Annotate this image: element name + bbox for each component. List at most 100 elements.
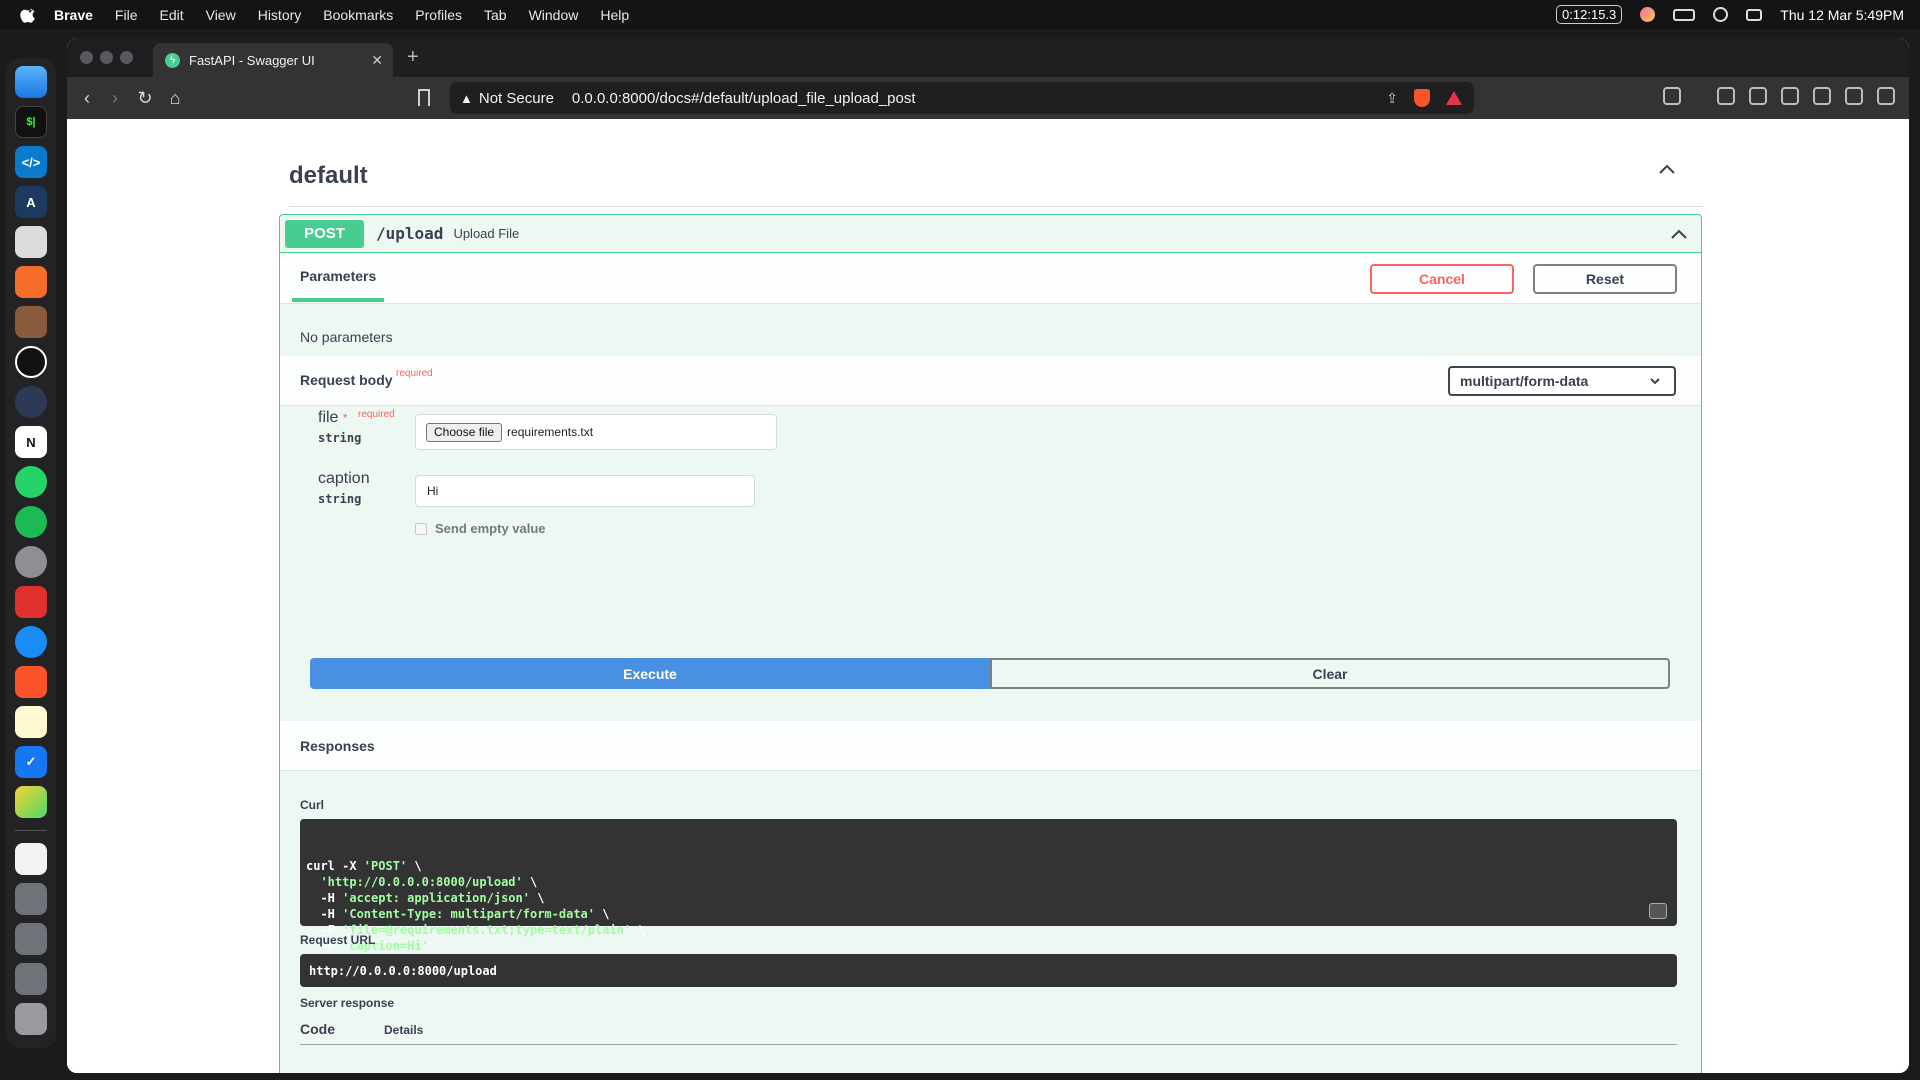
- curl-token: \: [595, 907, 610, 921]
- zoom-window-icon[interactable]: [120, 51, 133, 64]
- required-star: *: [342, 411, 348, 425]
- address-bar[interactable]: ▲ Not Secure 0.0.0.0:8000/docs#/default/…: [450, 82, 1474, 114]
- brush-icon[interactable]: [15, 266, 47, 298]
- folder-icon[interactable]: [15, 883, 47, 915]
- app3-icon[interactable]: [15, 386, 47, 418]
- media-icon[interactable]: [1717, 87, 1735, 105]
- forward-icon[interactable]: ›: [103, 86, 127, 110]
- brave-rewards-icon[interactable]: [1446, 91, 1462, 105]
- request-url-block[interactable]: http://0.0.0.0:8000/upload: [300, 954, 1677, 987]
- app2-icon[interactable]: [15, 306, 47, 338]
- choose-file-button[interactable]: Choose file: [426, 422, 503, 442]
- file-field-name: file: [318, 409, 339, 426]
- home-icon[interactable]: ⌂: [163, 86, 187, 110]
- menu-help[interactable]: Help: [600, 7, 629, 23]
- battery-icon[interactable]: [1673, 8, 1696, 21]
- terminal-icon[interactable]: $|: [15, 106, 47, 138]
- menu-bookmarks[interactable]: Bookmarks: [323, 7, 393, 23]
- back-icon[interactable]: ‹: [75, 86, 99, 110]
- vpn-icon[interactable]: [1845, 87, 1863, 105]
- responses-title: Responses: [300, 738, 375, 754]
- folder-icon[interactable]: [15, 963, 47, 995]
- menu-app-name[interactable]: Brave: [54, 7, 93, 23]
- apple-logo-icon[interactable]: [20, 6, 38, 24]
- security-indicator[interactable]: Not Secure: [479, 90, 554, 107]
- menu-view[interactable]: View: [206, 7, 236, 23]
- server-response-label: Server response: [300, 996, 395, 1010]
- curl-token: -H: [306, 891, 343, 905]
- reload-icon[interactable]: ↻: [133, 86, 157, 110]
- brave-icon[interactable]: [15, 666, 47, 698]
- url-text[interactable]: 0.0.0.0:8000/docs#/default/upload_file_u…: [572, 90, 916, 107]
- menu-tab[interactable]: Tab: [484, 7, 507, 23]
- copy-icon[interactable]: [1649, 903, 1667, 919]
- vscode-icon[interactable]: </>: [15, 146, 47, 178]
- xcode-icon[interactable]: A: [15, 186, 47, 218]
- share-icon[interactable]: ⇪: [1386, 90, 1398, 107]
- timer-widget[interactable]: 0:12:15.3: [1556, 5, 1623, 24]
- execute-button[interactable]: Execute: [310, 658, 990, 689]
- send-empty-value-toggle[interactable]: Send empty value: [415, 521, 546, 536]
- clock-datetime[interactable]: Thu 12 Mar 5:49PM: [1780, 7, 1904, 23]
- minimize-window-icon[interactable]: [100, 51, 113, 64]
- clear-button[interactable]: Clear: [990, 658, 1670, 689]
- caption-field-name: caption: [318, 470, 370, 487]
- spotify-icon[interactable]: [15, 506, 47, 538]
- dock-separator: [15, 830, 47, 831]
- spacer-icon: [1695, 87, 1703, 105]
- browser-window: ϟ FastAPI - Swagger UI ✕ + ‹ › ↻ ⌂ ▲ Not…: [67, 38, 1909, 1073]
- trash-icon[interactable]: [15, 1003, 47, 1035]
- menu-window[interactable]: Window: [529, 7, 579, 23]
- document-icon[interactable]: [15, 843, 47, 875]
- menu-icon[interactable]: [1877, 87, 1895, 105]
- leo-ai-icon[interactable]: [1813, 87, 1831, 105]
- reset-button[interactable]: Reset: [1533, 264, 1677, 294]
- screenshot-icon[interactable]: [1663, 87, 1681, 105]
- chevron-up-icon[interactable]: [1669, 224, 1689, 244]
- tab-parameters[interactable]: Parameters: [292, 254, 385, 302]
- app4-icon[interactable]: [15, 586, 47, 618]
- whatsapp-icon[interactable]: [15, 466, 47, 498]
- menu-edit[interactable]: Edit: [159, 7, 183, 23]
- no-parameters-text: No parameters: [300, 329, 393, 345]
- menu-file[interactable]: File: [115, 7, 138, 23]
- chatgpt-icon[interactable]: [15, 346, 47, 378]
- curl-code-block[interactable]: curl -X 'POST' \ 'http://0.0.0.0:8000/up…: [300, 819, 1677, 953]
- curl-token: \: [407, 859, 422, 873]
- menu-profiles[interactable]: Profiles: [415, 7, 462, 23]
- tab-bar: ϟ FastAPI - Swagger UI ✕ +: [67, 38, 1909, 77]
- settings-icon[interactable]: [15, 546, 47, 578]
- tag-section-title[interactable]: default: [289, 162, 368, 190]
- control-center-icon[interactable]: [1746, 8, 1763, 21]
- bookmark-icon[interactable]: [418, 89, 430, 106]
- tab-close-icon[interactable]: ✕: [371, 52, 383, 69]
- sidebar-icon[interactable]: [1749, 87, 1767, 105]
- browser-tab[interactable]: ϟ FastAPI - Swagger UI ✕: [153, 43, 393, 77]
- todo-icon[interactable]: ✓: [15, 746, 47, 778]
- brave-shields-icon[interactable]: [1414, 89, 1430, 107]
- content-type-select[interactable]: multipart/form-data: [1448, 366, 1676, 396]
- close-window-icon[interactable]: [80, 51, 93, 64]
- cancel-button[interactable]: Cancel: [1370, 264, 1514, 294]
- wallet-icon[interactable]: [1781, 87, 1799, 105]
- operation-block-post-upload: POST /upload Upload File Parameters Canc…: [279, 214, 1702, 1073]
- chevron-up-icon[interactable]: [1657, 159, 1677, 179]
- new-tab-icon[interactable]: +: [407, 46, 419, 69]
- finder-icon[interactable]: [15, 66, 47, 98]
- send-empty-checkbox[interactable]: [415, 522, 427, 535]
- play-icon[interactable]: [1713, 7, 1729, 22]
- browser-toolbar: ‹ › ↻ ⌂ ▲ Not Secure 0.0.0.0:8000/docs#/…: [67, 77, 1909, 119]
- safari-icon[interactable]: [15, 626, 47, 658]
- file-field-label: file *: [318, 409, 348, 427]
- caption-input[interactable]: Hi: [415, 475, 755, 507]
- app-icon[interactable]: [15, 226, 47, 258]
- curl-line: -H 'accept: application/json' \: [306, 890, 1671, 906]
- app5-icon[interactable]: [15, 786, 47, 818]
- color-wheel-icon[interactable]: [1640, 7, 1656, 22]
- notes-icon[interactable]: [15, 706, 47, 738]
- menu-history[interactable]: History: [258, 7, 302, 23]
- notion-icon[interactable]: N: [15, 426, 47, 458]
- file-upload-input[interactable]: Choose file requirements.txt: [415, 414, 777, 450]
- operation-summary[interactable]: POST /upload Upload File: [280, 215, 1701, 253]
- folder-icon[interactable]: [15, 923, 47, 955]
